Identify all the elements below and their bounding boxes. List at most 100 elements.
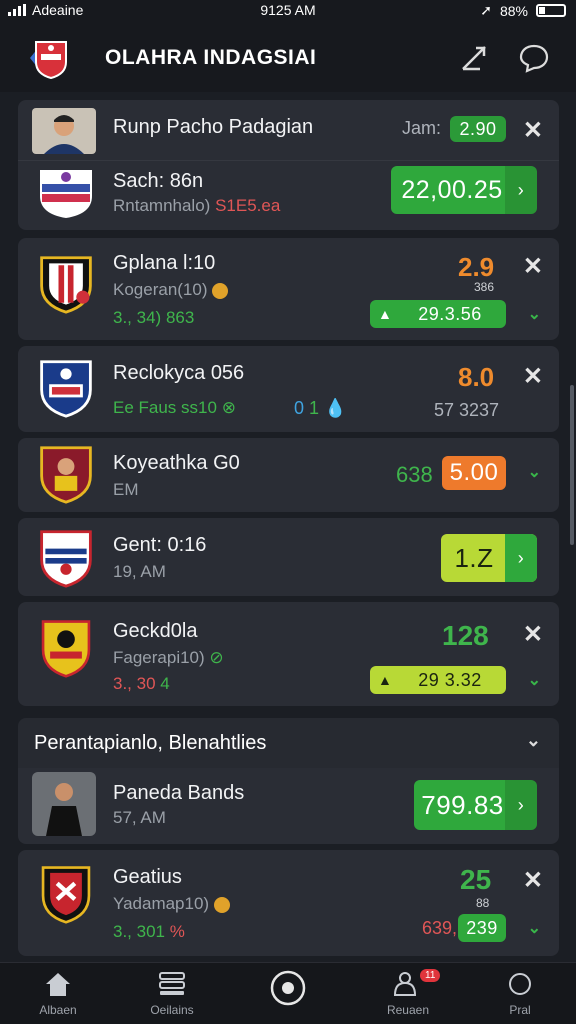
close-icon[interactable]: ✕ <box>523 252 543 281</box>
odds-top: 2.9 <box>458 252 495 282</box>
match-title: Sach: 86n <box>113 170 204 192</box>
odds-button[interactable]: ▲ 29.3.56 <box>370 300 506 328</box>
up-arrow-icon: ▲ <box>378 672 393 688</box>
home-icon <box>46 973 70 996</box>
odds-value: 1.Z <box>454 542 494 573</box>
match-title: Gplana l:10 <box>113 252 216 274</box>
chevron-down-icon[interactable]: ⌄ <box>528 670 541 690</box>
match-stat: 3., 301 <box>113 922 165 941</box>
tab-people[interactable]: 11 Reuaen <box>358 969 458 1017</box>
odds-value: 799.83 <box>421 789 504 820</box>
list-item[interactable]: Geckd0la Fagerapi10) ⊘ 3., 30 4 128 ✕ ▲ 2… <box>18 602 559 706</box>
close-icon[interactable]: ✕ <box>523 362 543 391</box>
up-arrow-icon: ▲ <box>378 306 393 322</box>
match-stat: 0 1 💧 <box>294 398 346 419</box>
match-stat-extra: 863 <box>165 308 195 327</box>
tab-list[interactable]: Oeilains <box>122 969 222 1017</box>
stat-a: 0 <box>294 398 305 418</box>
match-detail: Ee Faus <box>113 398 177 417</box>
odds-top-sub: 88 <box>476 896 490 910</box>
match-detail: Rntamnhalo) <box>113 196 211 215</box>
odds-value: 22,00.25 <box>401 175 503 204</box>
odds-button[interactable]: ▲ 29 3.32 <box>370 666 506 694</box>
club-badge-icon <box>40 170 92 218</box>
match-stat: 3., 30 <box>113 674 156 693</box>
club-badge-icon <box>40 530 92 588</box>
close-icon[interactable]: ✕ <box>523 620 543 649</box>
check-icon: ⊘ <box>209 648 224 667</box>
match-title: Koyeathka G0 <box>113 452 240 474</box>
odds-top-sub: 386 <box>474 280 495 294</box>
chevron-right-icon: › <box>505 166 537 214</box>
club-badge-icon <box>41 866 91 924</box>
app-header: OLAHRA INDAGSIAI <box>0 22 576 92</box>
odds-chip[interactable]: 2.90 <box>450 116 506 142</box>
status-bar: Adeaine 9125 AM ➚ 88% <box>0 0 576 22</box>
list-item[interactable]: Paneda Bands 57, AM 799.83 › <box>18 768 559 844</box>
battery-icon <box>536 4 566 17</box>
chat-icon[interactable] <box>518 42 550 74</box>
divider <box>18 160 559 161</box>
odds-sub: 57 3237 <box>434 400 500 420</box>
list-item[interactable]: Reclokyca 056 Ee Faus ss10 ⊗ 0 1 💧 8.0 5… <box>18 346 559 432</box>
club-badge-icon <box>40 360 92 418</box>
tab-label: Reuaen <box>386 1003 430 1017</box>
tab-label: Albaen <box>39 1003 77 1017</box>
match-detail: Fagerapi10) <box>113 648 205 667</box>
match-detail: Yadamap10) <box>113 894 210 913</box>
tab-record[interactable] <box>238 970 338 1007</box>
tab-home[interactable]: Albaen <box>8 969 108 1017</box>
match-score: S1E5.ea <box>215 196 281 215</box>
tab-bar: Albaen Oeilains 11 Reuaen Pral <box>0 962 576 1024</box>
coin-icon <box>212 282 229 299</box>
match-detail: Kogeran(10) <box>113 280 208 299</box>
club-badge-icon <box>41 620 91 678</box>
notification-badge: 11 <box>420 969 441 982</box>
avatar <box>32 772 96 836</box>
tab-label: Pral <box>509 1003 531 1017</box>
odds-value: 29 3.32 <box>418 669 482 690</box>
match-title: Gent: 0:16 <box>113 534 207 556</box>
match-time: 19, AM <box>113 562 166 581</box>
close-icon[interactable]: ✕ <box>523 866 543 895</box>
player-name: Paneda Bands <box>113 782 245 804</box>
match-detail-extra: ss10 <box>181 398 217 417</box>
match-title: Reclokyca 056 <box>113 362 245 384</box>
chevron-down-icon[interactable]: ⌄ <box>528 304 541 324</box>
check-icon: ⊗ <box>221 398 236 417</box>
match-time: 57, AM <box>113 808 166 827</box>
club-badge-icon <box>40 446 92 504</box>
match-time: EM <box>113 480 139 499</box>
close-icon[interactable]: ✕ <box>523 116 543 145</box>
odds-button[interactable]: 22,00.25 › <box>391 166 537 214</box>
location-icon: ➚ <box>480 2 492 18</box>
chevron-down-icon[interactable]: ⌄ <box>526 730 541 751</box>
section-title: Perantapianlo, Blenahtlies <box>34 732 267 754</box>
scrollbar[interactable] <box>570 385 574 545</box>
list-item[interactable]: Gent: 0:16 19, AM 1.Z › <box>18 518 559 596</box>
avatar <box>32 108 96 154</box>
stat-b: 1 <box>309 398 320 418</box>
odds-left: 639, <box>422 918 458 938</box>
odds-button[interactable]: 1.Z › <box>441 534 537 582</box>
chevron-down-icon[interactable]: ⌄ <box>528 918 541 938</box>
list-item[interactable]: Koyeathka G0 EM 638 5.00 ⌄ <box>18 438 559 512</box>
list-icon <box>159 972 185 995</box>
edit-icon[interactable] <box>458 42 490 74</box>
record-icon <box>270 970 306 1006</box>
odds-left: 638 <box>396 462 433 487</box>
list-item[interactable]: Geatius Yadamap10) 3., 301 % 25 88 ✕ 639… <box>18 850 559 956</box>
list-item[interactable]: Runp Pacho Padagian Jam: 2.90 ✕ Sach: 86… <box>18 100 559 230</box>
match-title: Geckd0la <box>113 620 198 642</box>
back-logo-icon[interactable] <box>22 36 72 80</box>
section-header[interactable]: Perantapianlo, Blenahtlies ⌄ <box>18 718 559 768</box>
odds-top: 25 <box>460 864 492 895</box>
odds-button[interactable]: 5.00 <box>442 456 506 490</box>
odds-button[interactable]: 799.83 › <box>414 780 537 830</box>
tab-profile[interactable]: Pral <box>470 969 570 1017</box>
chevron-down-icon[interactable]: ⌄ <box>528 462 541 482</box>
match-stat-extra: % <box>169 922 185 941</box>
list-item[interactable]: Gplana l:10 Kogeran(10) 3., 34) 863 2.9 … <box>18 238 559 340</box>
odds-button[interactable]: 239 <box>458 914 506 942</box>
match-stat-extra: 4 <box>160 674 170 693</box>
